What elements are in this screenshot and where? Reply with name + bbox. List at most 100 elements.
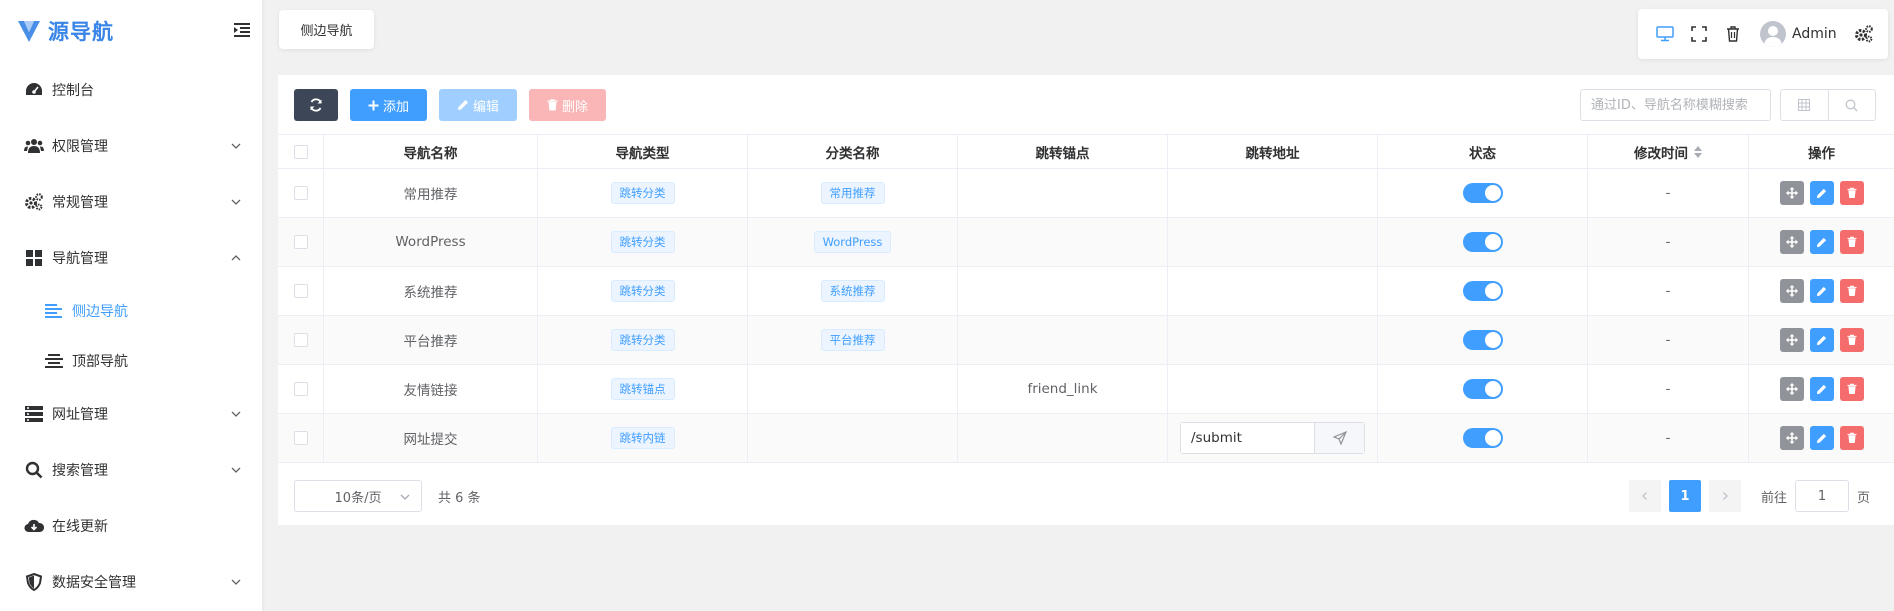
sidebar-item-navigation[interactable]: 导航管理	[0, 230, 262, 286]
table-row: 友情链接 跳转锚点 friend_link -	[278, 365, 1894, 414]
chevron-left-icon	[1642, 492, 1647, 500]
move-button[interactable]	[1779, 426, 1804, 450]
select-all-checkbox[interactable]	[293, 144, 308, 159]
chevron-down-icon	[230, 464, 242, 476]
row-delete-button[interactable]	[1839, 279, 1864, 303]
user-name[interactable]: Admin	[1792, 26, 1837, 42]
sidebar-subitem-label: 顶部导航	[72, 354, 128, 370]
move-button[interactable]	[1779, 328, 1804, 352]
row-delete-button[interactable]	[1839, 230, 1864, 254]
row-checkbox[interactable]	[293, 382, 308, 396]
users-icon	[24, 136, 44, 156]
pencil-icon	[1816, 335, 1827, 345]
status-toggle[interactable]	[1462, 232, 1503, 252]
column-header-modified[interactable]: 修改时间	[1588, 135, 1749, 168]
move-button[interactable]	[1779, 230, 1804, 254]
desktop-icon[interactable]	[1648, 17, 1682, 51]
move-button[interactable]	[1779, 181, 1804, 205]
sidebar-item-general[interactable]: 常规管理	[0, 174, 262, 230]
row-edit-button[interactable]	[1809, 279, 1834, 303]
trash-icon[interactable]	[1716, 17, 1750, 51]
row-edit-button[interactable]	[1809, 377, 1834, 401]
logo-icon	[14, 16, 44, 46]
sidebar-item-permissions[interactable]: 权限管理	[0, 118, 262, 174]
cloud-download-icon	[24, 516, 44, 536]
column-header: 操作	[1808, 145, 1835, 162]
avatar[interactable]	[1760, 21, 1786, 47]
cell-url	[1168, 169, 1378, 217]
move-button[interactable]	[1779, 377, 1804, 401]
fullscreen-icon[interactable]	[1682, 17, 1716, 51]
edit-button[interactable]: 编辑	[439, 89, 517, 121]
sidebar-item-search[interactable]: 搜索管理	[0, 442, 262, 498]
column-header: 导航名称	[324, 135, 538, 168]
settings-icon[interactable]	[1847, 17, 1881, 51]
sort-icon[interactable]	[1694, 145, 1702, 158]
page-number[interactable]: 1	[1669, 480, 1701, 512]
row-delete-button[interactable]	[1839, 426, 1864, 450]
status-toggle[interactable]	[1462, 183, 1503, 203]
sidebar-subitem-top-nav[interactable]: 顶部导航	[0, 336, 262, 386]
grid-view-icon[interactable]	[1781, 90, 1828, 120]
sidebar-item-label: 权限管理	[52, 139, 108, 155]
logo[interactable]: 源导航	[0, 0, 262, 62]
row-edit-button[interactable]	[1809, 328, 1834, 352]
sidebar-item-label: 在线更新	[52, 519, 108, 535]
send-icon[interactable]	[1314, 423, 1364, 453]
row-delete-button[interactable]	[1839, 181, 1864, 205]
pencil-icon	[1816, 384, 1827, 394]
row-checkbox[interactable]	[293, 431, 308, 445]
search-icon[interactable]	[1827, 90, 1876, 120]
row-checkbox[interactable]	[293, 186, 308, 200]
sidebar-item-data-security[interactable]: 数据安全管理	[0, 554, 262, 610]
column-header: 跳转锚点	[958, 135, 1168, 168]
row-delete-button[interactable]	[1839, 328, 1864, 352]
url-input[interactable]	[1181, 423, 1314, 453]
delete-button[interactable]: 删除	[529, 89, 606, 121]
sidebar-subitem-side-nav[interactable]: 侧边导航	[0, 286, 262, 336]
sidebar-item-dashboard[interactable]: 控制台	[0, 62, 262, 118]
grid-icon	[24, 248, 44, 268]
chevron-down-icon	[230, 408, 242, 420]
chevron-down-icon	[230, 196, 242, 208]
row-checkbox[interactable]	[293, 235, 308, 249]
collapse-menu-icon[interactable]	[232, 20, 252, 40]
pencil-icon	[1816, 433, 1827, 443]
sidebar-item-online-update[interactable]: 在线更新	[0, 498, 262, 554]
row-edit-button[interactable]	[1809, 230, 1834, 254]
refresh-button[interactable]	[294, 89, 338, 121]
chevron-down-icon	[399, 491, 411, 507]
cell-name: 平台推荐	[324, 316, 538, 364]
add-button[interactable]: 添加	[350, 89, 427, 121]
goto-page-input[interactable]	[1795, 480, 1850, 512]
row-delete-button[interactable]	[1839, 377, 1864, 401]
cell-modified: -	[1588, 365, 1749, 413]
prev-page-button[interactable]	[1629, 480, 1661, 512]
search-input[interactable]	[1580, 89, 1771, 121]
pencil-icon	[1816, 188, 1827, 198]
category-tag: 平台推荐	[820, 329, 885, 351]
page-size-select[interactable]: 10条/页	[294, 480, 422, 512]
row-checkbox[interactable]	[293, 284, 308, 298]
move-button[interactable]	[1779, 279, 1804, 303]
cell-url	[1168, 218, 1378, 266]
shield-icon	[24, 572, 44, 592]
table-row: 系统推荐 跳转分类 系统推荐 -	[278, 267, 1894, 316]
next-page-button[interactable]	[1709, 480, 1741, 512]
row-edit-button[interactable]	[1809, 181, 1834, 205]
header-checkbox-cell	[278, 135, 324, 168]
row-edit-button[interactable]	[1809, 426, 1834, 450]
align-left-icon	[44, 301, 64, 321]
table-row: WordPress 跳转分类 WordPress -	[278, 218, 1894, 267]
row-checkbox[interactable]	[293, 333, 308, 347]
cell-name: WordPress	[324, 218, 538, 266]
arrows-icon	[1785, 285, 1798, 297]
status-toggle[interactable]	[1462, 428, 1503, 448]
tab-side-nav[interactable]: 侧边导航	[279, 10, 374, 49]
arrows-icon	[1785, 432, 1798, 444]
status-toggle[interactable]	[1462, 330, 1503, 350]
sidebar-item-label: 搜索管理	[52, 463, 108, 479]
status-toggle[interactable]	[1462, 281, 1503, 301]
sidebar-item-urls[interactable]: 网址管理	[0, 386, 262, 442]
status-toggle[interactable]	[1462, 379, 1503, 399]
